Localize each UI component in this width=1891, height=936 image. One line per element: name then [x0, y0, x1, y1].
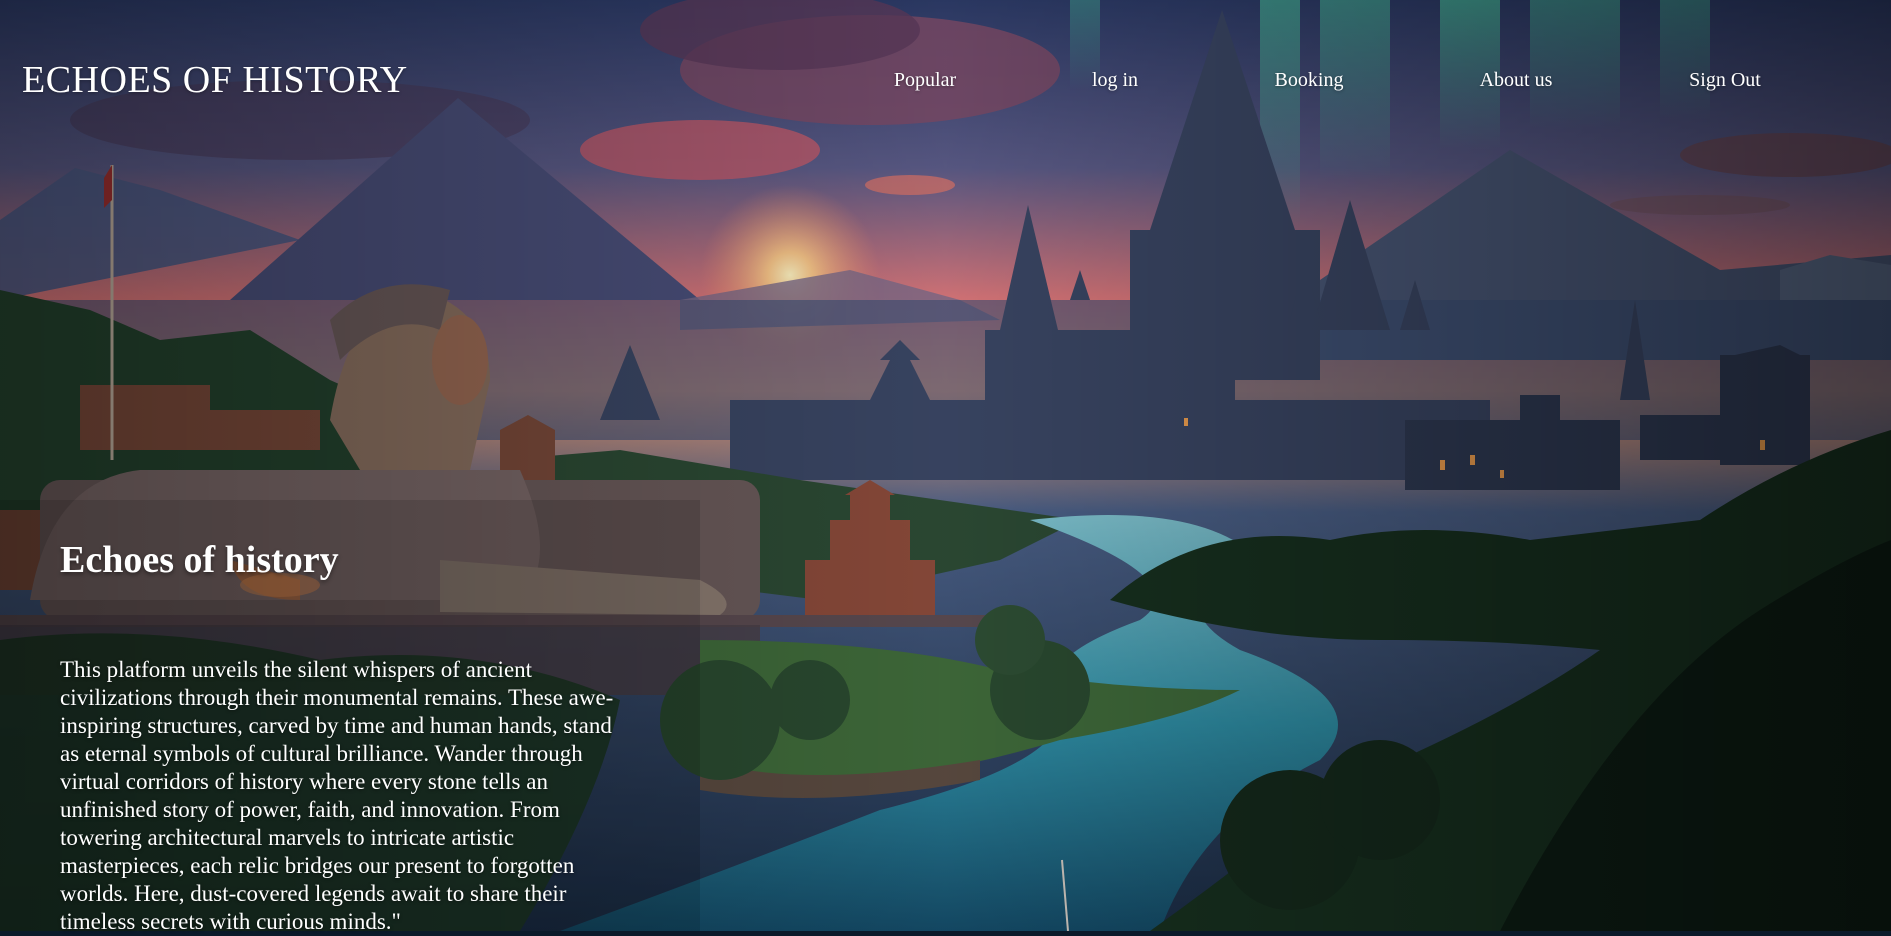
nav-link-booking[interactable]: Booking [1275, 69, 1344, 92]
main-nav: Popular log in Booking About us Sign Out [0, 69, 1891, 97]
nav-link-log-in[interactable]: log in [1092, 69, 1138, 92]
top-navigation-bar: ECHOES OF HISTORY Popular log in Booking… [0, 0, 1891, 160]
nav-link-popular[interactable]: Popular [894, 69, 956, 92]
hero-description: This platform unveils the silent whisper… [60, 657, 614, 934]
hero-title: Echoes of history [60, 539, 339, 581]
nav-link-about-us[interactable]: About us [1480, 69, 1553, 92]
nav-link-sign-out[interactable]: Sign Out [1689, 69, 1761, 92]
